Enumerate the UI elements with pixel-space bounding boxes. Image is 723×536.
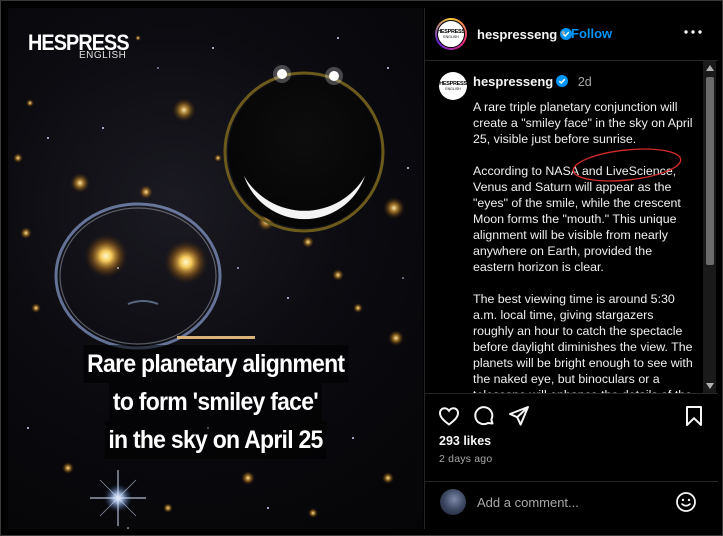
caption-avatar-text-sub: ENGLISH (445, 87, 461, 91)
post-side-panel: HESPRESS ENGLISH hespresseng • Follow HE… (424, 8, 718, 529)
caption-scroll-area[interactable]: HESPRESS ENGLISH hespresseng 2d A rare t… (425, 61, 718, 393)
emoji-icon[interactable] (675, 491, 697, 513)
headline-line-2: to form 'smiley face' (109, 383, 322, 421)
heart-icon[interactable] (437, 404, 461, 428)
headline-accent-bar (176, 336, 255, 339)
headline-line-3: in the sky on April 25 (104, 421, 327, 459)
headline-line-1: Rare planetary alignment (83, 345, 348, 383)
lensing-ring-face (54, 202, 222, 350)
follow-button[interactable]: Follow (571, 26, 612, 41)
send-icon[interactable] (507, 404, 531, 428)
annotation-circle (572, 148, 682, 182)
moon-smiley (223, 65, 385, 233)
bookmark-icon[interactable] (682, 404, 706, 428)
caption-scrollbar[interactable] (703, 61, 716, 393)
caption-text: A rare triple planetary conjunction will… (473, 99, 695, 393)
header-separator: • (561, 25, 566, 40)
comment-bar (425, 481, 718, 530)
scroll-up-arrow[interactable] (706, 65, 714, 71)
image-headline: Rare planetary alignment to form 'smiley… (8, 336, 423, 459)
comment-icon[interactable] (472, 404, 496, 428)
instagram-post-modal: HESPRESS ENGLISH Rare planetary alignmen… (0, 0, 723, 536)
bright-star (90, 470, 146, 526)
scroll-down-arrow[interactable] (706, 383, 714, 389)
caption-paragraph-1: A rare triple planetary conjunction will… (473, 100, 693, 146)
avatar-text-sub: ENGLISH (443, 35, 459, 39)
viewer-avatar (440, 489, 466, 515)
likes-count[interactable]: 293 likes (439, 434, 491, 448)
more-options-icon[interactable] (682, 22, 704, 42)
caption-verified-badge-icon (556, 75, 569, 87)
comment-input[interactable] (477, 491, 667, 513)
scrollbar-thumb[interactable] (706, 77, 714, 265)
caption-avatar[interactable]: HESPRESS ENGLISH (439, 72, 467, 100)
brand-logo-subtext: ENGLISH (79, 50, 127, 61)
author-username[interactable]: hespresseng (477, 27, 557, 42)
caption-paragraph-3: The best viewing time is around 5:30 a.m… (473, 292, 693, 393)
post-timestamp[interactable]: 2 days ago (439, 453, 492, 465)
post-actions: 293 likes 2 days ago (425, 393, 718, 482)
post-image[interactable]: HESPRESS ENGLISH Rare planetary alignmen… (8, 8, 423, 529)
author-avatar[interactable]: HESPRESS ENGLISH (435, 18, 467, 50)
caption-username[interactable]: hespresseng (473, 74, 553, 89)
caption-age: 2d (577, 75, 592, 89)
post-header: HESPRESS ENGLISH hespresseng • Follow (425, 8, 718, 61)
